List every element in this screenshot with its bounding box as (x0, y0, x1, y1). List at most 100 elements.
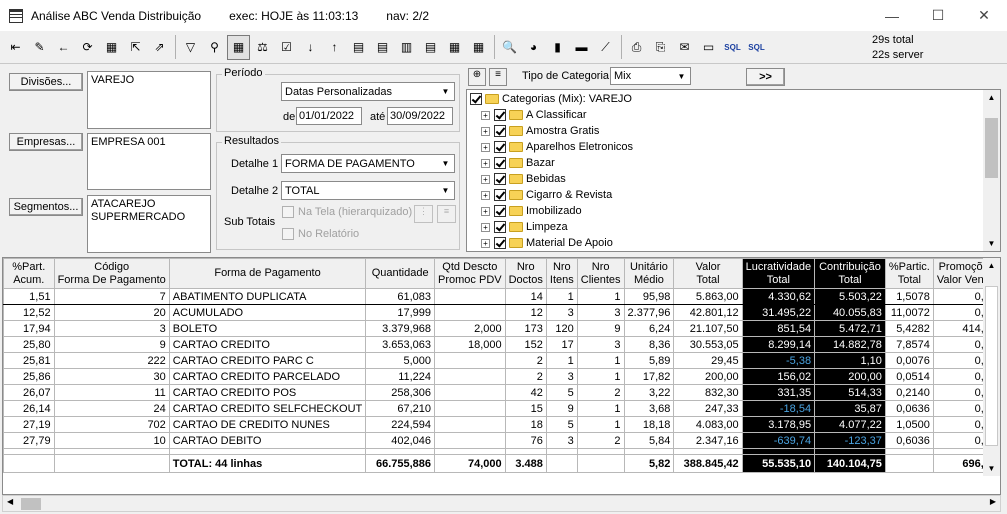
column-header[interactable]: Contribuição Total (814, 258, 886, 289)
expand-icon[interactable]: + (481, 158, 490, 168)
close-button[interactable]: ✕ (961, 0, 1007, 31)
print-preview-icon[interactable]: ⎘ (649, 35, 672, 60)
period-select[interactable]: Datas Personalizadas ▼ (281, 82, 455, 101)
column-header[interactable]: Forma de Pagamento (168, 258, 367, 289)
chevron-down-icon[interactable]: ▼ (983, 239, 1000, 248)
companies-list[interactable]: EMPRESA 001 (87, 133, 211, 190)
tree-list-icon[interactable]: ≡ (489, 68, 507, 86)
add-column-icon[interactable]: ▤ (347, 35, 370, 60)
scroll-thumb[interactable] (21, 498, 41, 510)
table-row[interactable]: 17,94 3 BOLETO 3.379,968 2,000 173 120 9 6,24 21.… (3, 320, 1000, 337)
category-tree[interactable]: Categorias (Mix): VAREJO + A Classificar +… (466, 89, 1001, 252)
binoculars-icon[interactable]: ⚲ (203, 35, 226, 60)
detail1-select[interactable]: FORMA DE PAGAMENTO ▼ (281, 154, 455, 173)
grid-vertical-scrollbar[interactable]: ▲ ▼ (983, 258, 1000, 476)
table-row[interactable]: 1,51 7 ABATIMENTO DUPLICATA 61,083 14 1 1 95,98… (3, 288, 1000, 305)
document-icon[interactable]: ✉ (673, 35, 696, 60)
tree-scrollbar[interactable]: ▲ ▼ (983, 90, 1000, 251)
tree-item[interactable]: + Material De Apoio (481, 235, 613, 251)
expand-icon[interactable]: + (481, 190, 490, 200)
export-icon[interactable]: ⇱ (124, 35, 147, 60)
expand-icon[interactable]: + (481, 174, 490, 184)
table-icon[interactable]: ▤ (419, 35, 442, 60)
hierarchy-icon[interactable]: ⋮ (414, 205, 433, 223)
in-report-checkbox[interactable]: No Relatório (282, 228, 359, 240)
scroll-thumb[interactable] (985, 118, 998, 178)
refresh-icon[interactable]: ⟳ (76, 35, 99, 60)
column-header[interactable]: Nro Itens (545, 258, 578, 289)
from-date-input[interactable]: 01/01/2022 (296, 107, 362, 125)
expand-icon[interactable]: + (481, 238, 490, 248)
zoom-icon[interactable]: 🔍 (498, 35, 521, 60)
to-date-input[interactable]: 30/09/2022 (387, 107, 453, 125)
sql-server-icon[interactable]: SQL (745, 35, 768, 60)
tree-item[interactable]: + A Classificar (481, 107, 587, 123)
pie-chart-icon[interactable]: ◕ (522, 35, 545, 60)
maximize-button[interactable]: ☐ (915, 0, 961, 31)
scroll-thumb[interactable] (985, 286, 998, 446)
column-header[interactable]: Quantidade (365, 258, 436, 289)
expand-icon[interactable]: + (481, 222, 490, 232)
grid-horizontal-scrollbar[interactable]: ◀ ▶ (2, 495, 1001, 512)
tree-item[interactable]: + Amostra Gratis (481, 123, 599, 139)
tree-item[interactable]: + Aparelhos Eletronicos (481, 139, 633, 155)
table-row[interactable]: 25,81 222 CARTAO CREDITO PARC C 5,000 2 1 1 5,8… (3, 352, 1000, 369)
column-header[interactable]: Valor Total (673, 258, 743, 289)
table-row[interactable]: 27,79 10 CARTAO DEBITO 402,046 76 3 2 5,84 2.347… (3, 432, 1000, 449)
expand-icon[interactable]: + (481, 142, 490, 152)
expand-icon[interactable]: + (481, 206, 490, 216)
column-header[interactable]: %Part. Acum. (3, 258, 55, 289)
balance-icon[interactable]: ⚖ (251, 35, 274, 60)
bar-chart-icon[interactable]: ▮ (546, 35, 569, 60)
edit-icon[interactable]: ✎ (28, 35, 51, 60)
table-row[interactable]: 25,86 30 CARTAO CREDITO PARCELADO 11,224 2 3 1… (3, 368, 1000, 385)
grid-icon[interactable]: ▦ (227, 34, 250, 60)
column-header[interactable]: Unitário Médio (623, 258, 675, 289)
table-row[interactable]: 26,07 11 CARTAO CREDITO POS 258,306 42 5 2 3,22… (3, 384, 1000, 401)
checkbox-icon[interactable] (494, 109, 506, 121)
column-header[interactable]: Código Forma De Pagamento (53, 258, 170, 289)
divisions-list[interactable]: VAREJO (87, 71, 211, 129)
share-icon[interactable]: ⇗ (148, 35, 171, 60)
expand-icon[interactable]: + (481, 110, 490, 120)
sort-asc-icon[interactable]: ↓ (299, 35, 322, 60)
exit-icon[interactable]: ⇤ (4, 35, 27, 60)
expand-button[interactable]: >> (746, 68, 785, 86)
chevron-down-icon[interactable]: ▼ (983, 464, 1000, 473)
table-row[interactable]: 26,14 24 CARTAO CREDITO SELFCHECKOUT 67,210… (3, 400, 1000, 417)
minimize-button[interactable]: — (869, 0, 915, 31)
print-icon[interactable]: ⎙ (625, 35, 648, 60)
tree-item[interactable]: + Imobilizado (481, 203, 582, 219)
remove-column-icon[interactable]: ▤ (371, 35, 394, 60)
tree-root[interactable]: Categorias (Mix): VAREJO (470, 91, 632, 107)
expand-icon[interactable]: + (481, 126, 490, 136)
category-type-select[interactable]: Mix ▼ (610, 67, 691, 85)
filter-icon[interactable]: ▽ (179, 35, 202, 60)
tree-item[interactable]: + Bebidas (481, 171, 566, 187)
tree-item[interactable]: + Limpeza (481, 219, 568, 235)
checkbox-icon[interactable] (494, 157, 506, 169)
checkbox-icon[interactable] (494, 205, 506, 217)
segments-button[interactable]: Segmentos... (9, 198, 83, 216)
column-header[interactable]: Lucratividade Total (741, 258, 816, 289)
chevron-right-icon[interactable]: ▶ (990, 497, 996, 506)
table-row[interactable]: 25,80 9 CARTAO CREDITO 3.653,063 18,000 152 17… (3, 336, 1000, 353)
collapse-icon[interactable]: ≡ (437, 205, 456, 223)
data-grid[interactable]: %Part. Acum. Código Forma De Pagamento Forma… (2, 257, 1001, 495)
sql-icon[interactable]: SQL (721, 35, 744, 60)
checkbox-icon[interactable] (494, 189, 506, 201)
calculator-icon[interactable]: ▦ (100, 35, 123, 60)
on-screen-checkbox[interactable]: Na Tela (hierarquizado) (282, 206, 412, 218)
document-new-icon[interactable]: ▭ (697, 35, 720, 60)
columns-icon[interactable]: ▥ (395, 35, 418, 60)
companies-button[interactable]: Empresas... (9, 133, 83, 151)
back-icon[interactable]: ← (52, 35, 75, 60)
column-header[interactable]: Qtd Descto Promoc PDV (434, 258, 506, 289)
line-chart-icon[interactable]: ⟋ (594, 35, 617, 60)
checkbox-icon[interactable] (494, 125, 506, 137)
table-row[interactable]: 27,19 702 CARTAO DE CREDITO NUNES 224,594 18… (3, 416, 1000, 433)
table-config-icon[interactable]: ▦ (467, 35, 490, 60)
chevron-up-icon[interactable]: ▲ (983, 93, 1000, 102)
column-header[interactable]: Nro Doctos (504, 258, 547, 289)
column-header[interactable]: %Partic. Total (884, 258, 934, 289)
